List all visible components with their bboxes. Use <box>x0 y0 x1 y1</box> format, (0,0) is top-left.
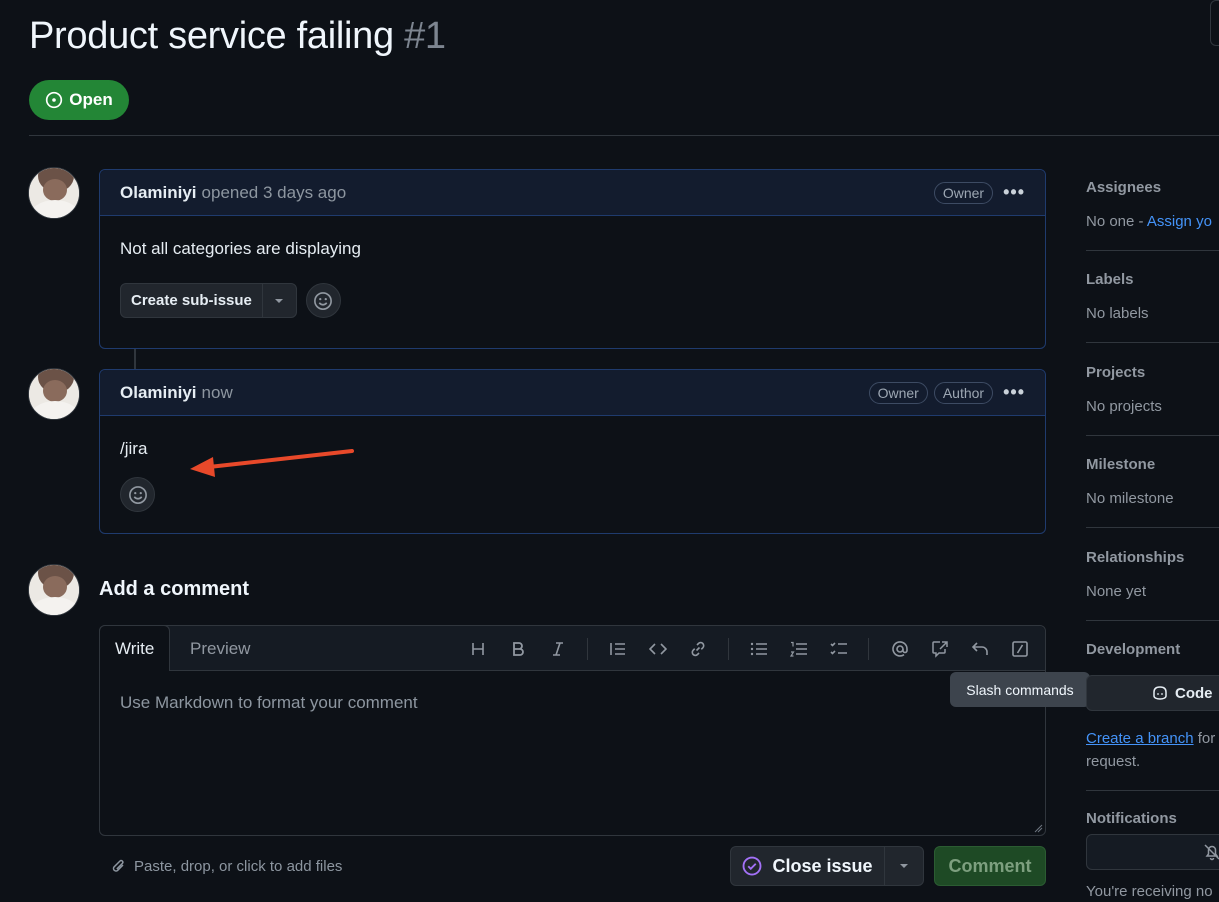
chevron-down-icon[interactable] <box>885 847 923 885</box>
timeline-connector <box>134 349 136 370</box>
editor-toolbar: Write Preview <box>99 625 1045 671</box>
labels-heading[interactable]: Labels <box>1086 271 1134 288</box>
attach-files[interactable]: Paste, drop, or click to add files <box>110 857 342 875</box>
subscribe-button[interactable] <box>1086 834 1219 870</box>
smiley-icon <box>128 485 147 504</box>
comment-author[interactable]: Olaminiyi <box>120 183 197 203</box>
quote-icon[interactable] <box>605 636 631 662</box>
chevron-down-icon[interactable] <box>263 284 296 317</box>
owner-badge: Owner <box>933 181 994 204</box>
code-button-label: Code <box>1175 684 1213 702</box>
close-issue-button[interactable]: Close issue <box>730 846 924 886</box>
comment-editor: Write Preview Use Markdown to format you… <box>99 625 1046 836</box>
task-list-icon[interactable] <box>826 636 852 662</box>
sidebar-divider <box>1086 527 1219 528</box>
create-sub-issue-label[interactable]: Create sub-issue <box>121 284 263 317</box>
heading-icon[interactable] <box>465 636 491 662</box>
comment-header: Olaminiyi now Owner Author ••• <box>100 370 1045 416</box>
sidebar-divider <box>1086 342 1219 343</box>
add-reaction-button[interactable] <box>305 283 341 318</box>
sidebar-divider <box>1086 790 1219 791</box>
close-issue-label: Close issue <box>772 855 873 876</box>
assignees-empty: No one - <box>1086 213 1147 230</box>
toolbar-divider <box>728 638 729 660</box>
development-hint: Create a branch for <box>1086 730 1215 747</box>
tooltip-slash-commands: Slash commands <box>950 672 1090 707</box>
development-hint-tail: for <box>1193 730 1216 747</box>
header-divider <box>29 135 1219 136</box>
attach-hint: Paste, drop, or click to add files <box>134 857 343 875</box>
italic-icon[interactable] <box>545 636 571 662</box>
development-hint-line2: request. <box>1086 753 1141 770</box>
resize-handle-icon[interactable] <box>1034 824 1043 833</box>
avatar[interactable] <box>28 368 80 420</box>
unordered-list-icon[interactable] <box>746 636 772 662</box>
saved-reply-icon[interactable] <box>967 636 993 662</box>
copilot-icon <box>1153 686 1167 700</box>
paperclip-icon <box>112 859 124 872</box>
avatar[interactable] <box>28 564 80 616</box>
code-icon[interactable] <box>645 636 671 662</box>
projects-heading[interactable]: Projects <box>1086 364 1145 381</box>
avatar[interactable] <box>28 167 80 219</box>
comment-author[interactable]: Olaminiyi <box>120 383 197 403</box>
comment-timestamp[interactable]: now <box>202 383 233 403</box>
development-heading[interactable]: Development <box>1086 641 1180 658</box>
milestone-value: No milestone <box>1086 490 1174 507</box>
issue-state-label: Open <box>69 90 113 109</box>
annotation-arrow-icon <box>190 449 354 477</box>
bell-slash-icon <box>1204 844 1219 861</box>
assignees-heading[interactable]: Assignees <box>1086 179 1161 196</box>
comment-body: Not all categories are displaying Create… <box>100 216 1045 338</box>
labels-value: No labels <box>1086 305 1149 322</box>
close-issue-main[interactable]: Close issue <box>731 847 885 885</box>
milestone-heading[interactable]: Milestone <box>1086 456 1155 473</box>
toolbar-divider <box>868 638 869 660</box>
issue-state-badge: Open <box>29 80 129 120</box>
tab-write[interactable]: Write <box>99 625 171 671</box>
issue-number: #1 <box>404 15 446 57</box>
edit-title-button[interactable] <box>1210 0 1219 46</box>
code-with-copilot-button[interactable]: Code <box>1086 675 1219 711</box>
slash-command-icon[interactable] <box>1007 636 1033 662</box>
add-comment-heading: Add a comment <box>99 578 250 600</box>
relationships-value: None yet <box>1086 583 1147 600</box>
issue-title-text: Product service failing <box>29 15 394 57</box>
owner-badge: Owner <box>868 381 928 404</box>
comment-menu-icon[interactable]: ••• <box>1003 382 1025 403</box>
create-sub-issue-button[interactable]: Create sub-issue <box>120 283 297 318</box>
mention-icon[interactable] <box>887 636 913 662</box>
bold-icon[interactable] <box>505 636 531 662</box>
comment-button[interactable]: Comment <box>934 846 1046 886</box>
link-icon[interactable] <box>685 636 711 662</box>
comment-menu-icon[interactable]: ••• <box>1003 182 1025 203</box>
comment-header: Olaminiyi opened 3 days ago Owner ••• <box>100 170 1045 216</box>
toolbar-divider <box>587 638 588 660</box>
notifications-heading: Notifications <box>1086 810 1177 827</box>
relationships-heading[interactable]: Relationships <box>1086 549 1184 566</box>
ordered-list-icon[interactable] <box>786 636 812 662</box>
assignees-value: No one - Assign yo <box>1086 213 1212 230</box>
add-reaction-button[interactable] <box>120 477 155 512</box>
assign-yourself-link[interactable]: Assign yo <box>1147 213 1212 230</box>
sidebar-divider <box>1086 435 1219 436</box>
tab-preview[interactable]: Preview <box>175 626 265 671</box>
sidebar-divider <box>1086 250 1219 251</box>
comment-timestamp[interactable]: opened 3 days ago <box>202 183 347 203</box>
issue-body-comment: Olaminiyi opened 3 days ago Owner ••• No… <box>99 169 1046 349</box>
sidebar-divider <box>1086 620 1219 621</box>
create-branch-link[interactable]: Create a branch <box>1086 730 1194 747</box>
check-circle-icon <box>743 856 762 876</box>
issue-title: Product service failing #1 <box>29 15 446 58</box>
author-badge: Author <box>933 381 994 404</box>
issue-open-icon <box>46 91 63 109</box>
comment-textarea[interactable]: Use Markdown to format your comment <box>120 693 418 713</box>
smiley-icon <box>314 291 333 310</box>
comment-text: Not all categories are displaying <box>120 239 361 258</box>
reference-icon[interactable] <box>927 636 953 662</box>
projects-value: No projects <box>1086 398 1162 415</box>
notifications-status: You're receiving no <box>1086 883 1213 900</box>
